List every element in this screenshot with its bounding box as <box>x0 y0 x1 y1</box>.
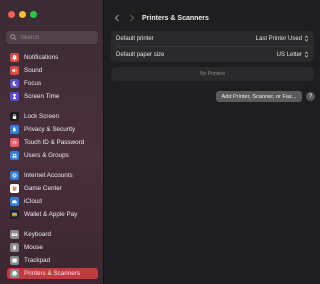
sidebar-item-label: Users & Groups <box>24 152 69 159</box>
wallet-icon <box>10 210 19 219</box>
sidebar-item-game-center[interactable]: Game Center <box>7 183 98 194</box>
sidebar-item-touch-id[interactable]: Touch ID & Password <box>7 137 98 148</box>
sidebar-item-label: Keyboard <box>24 231 51 238</box>
hand-icon <box>10 125 19 134</box>
main-pane: Printers & Scanners Default printer Last… <box>104 0 320 284</box>
sidebar-item-label: Focus <box>24 80 42 87</box>
sidebar-item-lock-screen[interactable]: Lock Screen <box>7 111 98 122</box>
paper-size-row: Default paper size US Letter <box>111 47 314 62</box>
trackpad-icon <box>10 256 19 265</box>
sidebar-item-trackpad[interactable]: Trackpad <box>7 255 98 266</box>
sidebar-item-label: Sound <box>24 67 43 74</box>
mouse-icon <box>10 243 19 252</box>
lock-icon <box>10 112 19 121</box>
sidebar-item-wallet[interactable]: Wallet & Apple Pay <box>7 209 98 220</box>
settings-window: Notifications Sound Focus Screen Time Lo… <box>0 0 320 284</box>
sidebar-item-keyboard[interactable]: Keyboard <box>7 229 98 240</box>
sidebar-item-label: Wallet & Apple Pay <box>24 211 78 218</box>
forward-button[interactable] <box>127 12 137 24</box>
game-center-icon <box>10 184 19 193</box>
help-button[interactable]: ? <box>306 92 315 101</box>
sidebar-item-mouse[interactable]: Mouse <box>7 242 98 253</box>
sidebar-item-icloud[interactable]: iCloud <box>7 196 98 207</box>
sidebar-item-label: Touch ID & Password <box>24 139 85 146</box>
updown-chevron-icon <box>304 35 309 42</box>
default-printer-select[interactable]: Last Printer Used <box>256 35 309 42</box>
speaker-icon <box>10 66 19 75</box>
search-icon <box>10 34 17 41</box>
page-title: Printers & Scanners <box>142 14 209 22</box>
sidebar-item-privacy-security[interactable]: Privacy & Security <box>7 124 98 135</box>
minimize-window-button[interactable] <box>19 11 26 18</box>
sidebar-item-notifications[interactable]: Notifications <box>7 52 98 63</box>
add-printer-button[interactable]: Add Printer, Scanner, or Fax... <box>216 91 302 102</box>
sidebar-item-label: Game Center <box>24 185 62 192</box>
printers-list: No Printers <box>111 67 314 81</box>
search-input[interactable] <box>17 34 90 41</box>
search-field[interactable] <box>6 31 98 44</box>
bell-icon <box>10 53 19 62</box>
window-controls <box>8 11 37 18</box>
defaults-panel: Default printer Last Printer Used Defaul… <box>111 31 314 62</box>
sidebar-item-label: Lock Screen <box>24 113 60 120</box>
sidebar-item-label: Internet Accounts <box>24 172 73 179</box>
no-printers-text: No Printers <box>199 71 225 77</box>
sidebar-item-label: Notifications <box>24 54 59 61</box>
fingerprint-icon <box>10 138 19 147</box>
paper-size-value: US Letter <box>276 51 302 58</box>
default-printer-row: Default printer Last Printer Used <box>111 31 314 46</box>
sidebar-item-label: iCloud <box>24 198 42 205</box>
sidebar-item-screen-time[interactable]: Screen Time <box>7 91 98 102</box>
toolbar: Printers & Scanners <box>104 10 320 26</box>
sidebar-item-sound[interactable]: Sound <box>7 65 98 76</box>
sidebar-item-label: Printers & Scanners <box>24 270 80 277</box>
sidebar-item-label: Privacy & Security <box>24 126 76 133</box>
sidebar-item-focus[interactable]: Focus <box>7 78 98 89</box>
sidebar-item-internet-accounts[interactable]: Internet Accounts <box>7 170 98 181</box>
cloud-icon <box>10 197 19 206</box>
keyboard-icon <box>10 230 19 239</box>
printer-icon <box>10 269 19 278</box>
back-button[interactable] <box>112 12 122 24</box>
close-window-button[interactable] <box>8 11 15 18</box>
at-icon <box>10 171 19 180</box>
sidebar-item-label: Mouse <box>24 244 43 251</box>
updown-chevron-icon <box>304 51 309 58</box>
sidebar-item-users-groups[interactable]: Users & Groups <box>7 150 98 161</box>
sidebar: Notifications Sound Focus Screen Time Lo… <box>0 0 104 284</box>
default-printer-label: Default printer <box>116 35 154 42</box>
default-printer-value: Last Printer Used <box>255 35 302 42</box>
sidebar-item-printers-scanners[interactable]: Printers & Scanners <box>7 268 98 279</box>
chevron-right-icon <box>130 14 135 22</box>
sidebar-item-label: Screen Time <box>24 93 60 100</box>
zoom-window-button[interactable] <box>30 11 37 18</box>
moon-icon <box>10 79 19 88</box>
chevron-left-icon <box>114 14 119 22</box>
paper-size-label: Default paper size <box>116 51 165 58</box>
hourglass-icon <box>10 92 19 101</box>
users-icon <box>10 151 19 160</box>
paper-size-select[interactable]: US Letter <box>277 51 309 58</box>
sidebar-item-label: Trackpad <box>24 257 51 264</box>
